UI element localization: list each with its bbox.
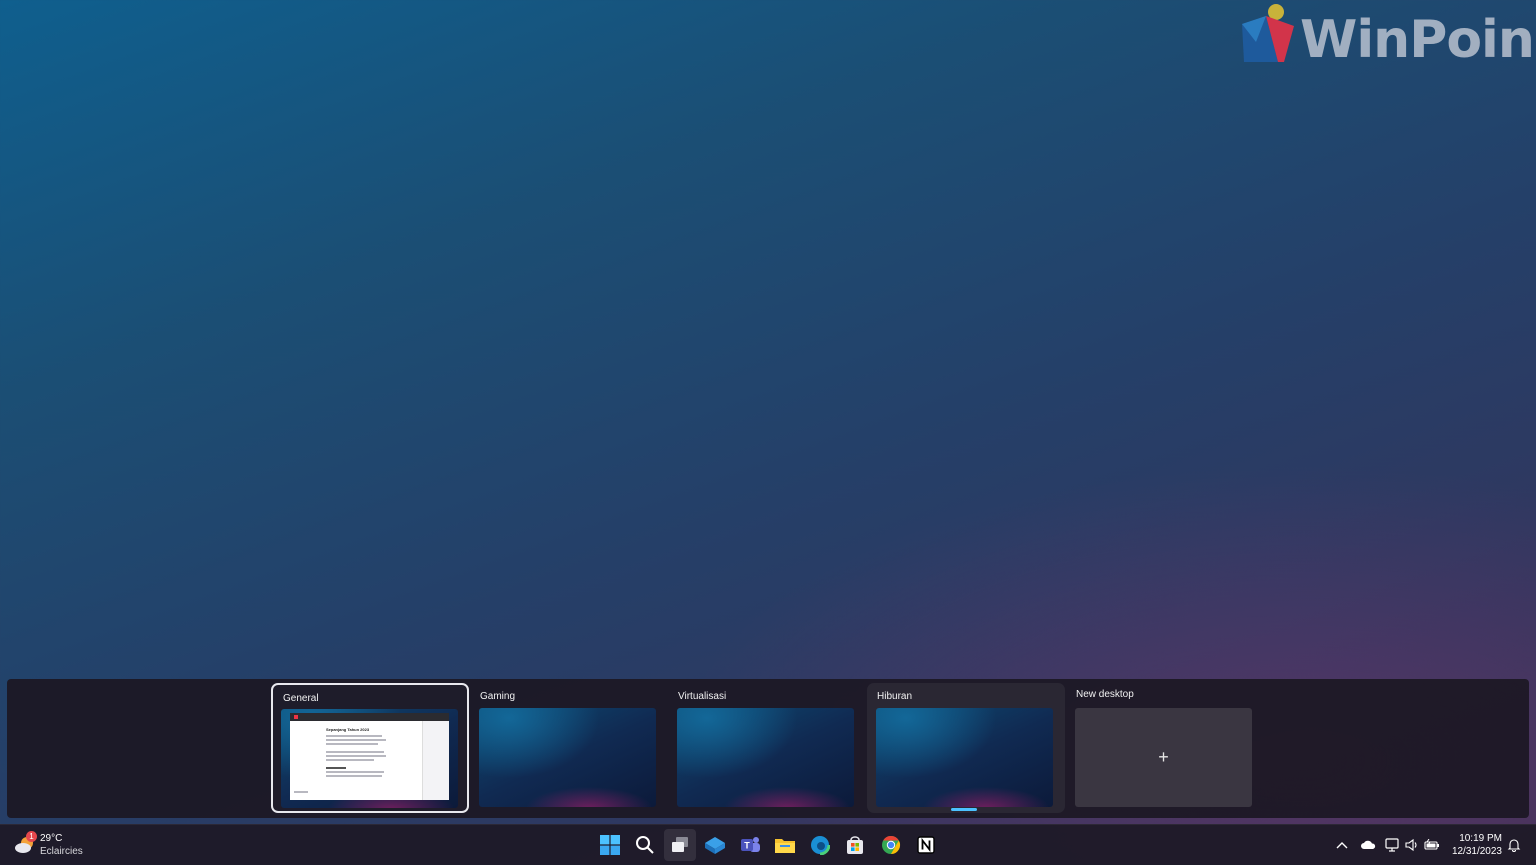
notion-icon (917, 836, 935, 854)
battery-button[interactable] (1424, 837, 1440, 853)
new-desktop-button[interactable]: New desktop + (1066, 683, 1264, 813)
desktop-title: Virtualisasi (678, 691, 727, 702)
plus-icon: + (1158, 747, 1169, 767)
edge-button[interactable] (804, 829, 836, 861)
current-desktop-indicator (951, 808, 977, 811)
search-icon (636, 836, 654, 854)
folder-icon (775, 839, 795, 853)
window-sidebar (422, 721, 449, 800)
desktop-thumbnail[interactable] (876, 708, 1053, 807)
window-preview[interactable]: Sepanjang Tahun 2023 (290, 713, 449, 800)
taskbar: 1 29°C Eclaircies T 10:19 PM 12/31/2023 (0, 824, 1536, 865)
desktop-general[interactable]: General Sepanjang Tahun 2023 (271, 683, 469, 813)
notifications-button[interactable] (1506, 837, 1522, 853)
widgets-icon (705, 837, 725, 854)
svg-text:T: T (744, 841, 750, 851)
weather-condition: Eclaircies (40, 846, 83, 857)
desktop-virtualisasi[interactable]: Virtualisasi (668, 683, 866, 813)
volume-icon (1405, 838, 1417, 852)
weather-temperature: 29°C (40, 833, 63, 844)
battery-charging-icon (1424, 839, 1439, 850)
desktop-gaming[interactable]: Gaming (470, 683, 668, 813)
cloud-icon (1361, 840, 1376, 849)
edge-icon (810, 835, 830, 855)
task-view-icon (672, 837, 688, 852)
teams-icon: T (741, 837, 760, 852)
windows-logo-icon (600, 835, 620, 855)
desktop-title: Hiburan (877, 691, 913, 702)
desktop-title: Gaming (480, 691, 516, 702)
desktop-hiburan[interactable]: Hiburan (867, 683, 1065, 813)
notion-button[interactable] (910, 829, 942, 861)
start-button[interactable] (594, 829, 626, 861)
new-desktop-tile[interactable]: + (1075, 708, 1252, 807)
onedrive-button[interactable] (1360, 837, 1376, 853)
widgets-button[interactable] (699, 829, 731, 861)
store-icon (847, 836, 863, 854)
clock-time: 10:19 PM (1459, 833, 1502, 844)
microsoft-store-button[interactable] (839, 829, 871, 861)
chevron-up-icon (1336, 842, 1348, 849)
window-heading: Sepanjang Tahun 2023 (326, 727, 370, 732)
winpoin-logo-icon (1242, 4, 1294, 62)
winpoin-watermark: WinPoin (1236, 0, 1536, 70)
clock-date: 12/31/2023 (1451, 846, 1502, 857)
task-view-button[interactable] (664, 829, 696, 861)
teams-button[interactable]: T (734, 829, 766, 861)
bell-icon (1507, 839, 1521, 852)
window-titlebar (290, 713, 449, 721)
search-button[interactable] (629, 829, 661, 861)
chrome-icon (882, 836, 901, 854)
show-hidden-icons-button[interactable] (1334, 837, 1350, 853)
watermark-text: WinPoin (1300, 10, 1535, 70)
network-button[interactable] (1385, 837, 1401, 853)
new-desktop-label: New desktop (1076, 689, 1134, 700)
desktop-title: General (283, 693, 319, 704)
desktop-thumbnail[interactable]: Sepanjang Tahun 2023 (281, 709, 458, 808)
volume-button[interactable] (1404, 837, 1420, 853)
clock[interactable]: 10:19 PM 12/31/2023 (1452, 832, 1502, 858)
weather-badge: 1 (26, 831, 37, 842)
file-explorer-button[interactable] (769, 829, 801, 861)
desktop-thumbnail[interactable] (677, 708, 854, 807)
desktop-thumbnail[interactable] (479, 708, 656, 807)
chrome-button[interactable] (875, 829, 907, 861)
task-view-desktops-bar: General Sepanjang Tahun 2023 Gaming Virt… (7, 679, 1529, 818)
network-icon (1385, 838, 1399, 852)
